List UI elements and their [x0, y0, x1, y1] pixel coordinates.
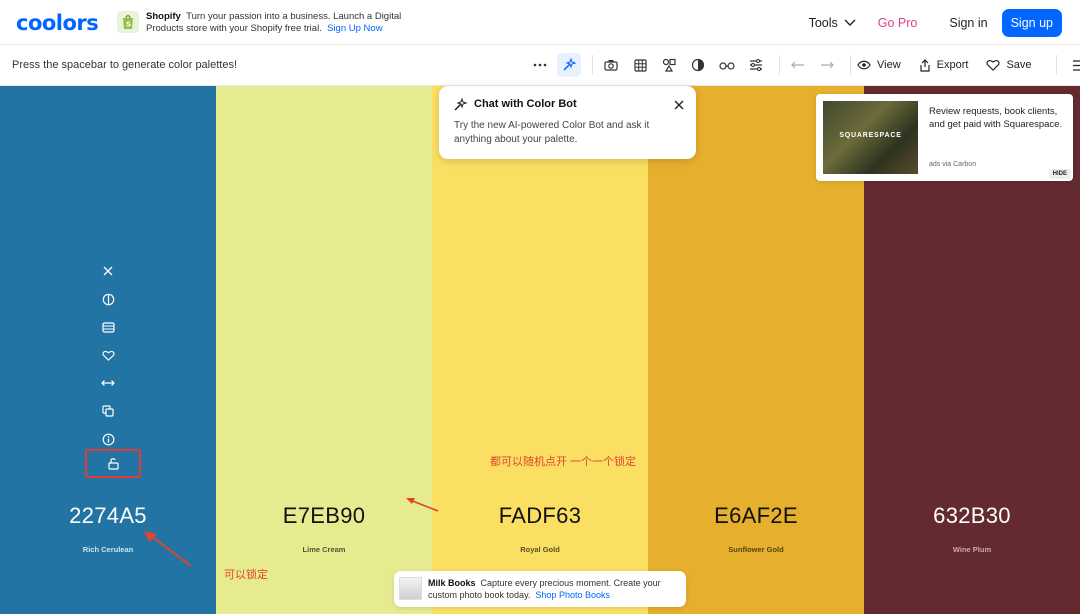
- go-pro-link[interactable]: Go Pro: [878, 16, 918, 30]
- nav-right: Tools Go Pro Sign in Sign up: [809, 9, 1062, 37]
- ad-image[interactable]: SQUARESPACE: [823, 101, 918, 174]
- annotation-arrow: [144, 531, 192, 567]
- ad-text[interactable]: Review requests, book clients, and get p…: [929, 105, 1069, 131]
- color-bot-icon[interactable]: [557, 53, 581, 77]
- milk-books-ad[interactable]: Milk Books Capture every precious moment…: [394, 571, 686, 607]
- export-button[interactable]: Export: [919, 58, 969, 72]
- grid-icon[interactable]: [628, 53, 652, 77]
- color-bot-title: Chat with Color Bot: [474, 98, 577, 110]
- coolors-logo[interactable]: coolors: [16, 11, 99, 35]
- heart-icon: [986, 60, 1001, 71]
- column-tools: [100, 263, 116, 459]
- color-name: Lime Cream: [302, 545, 346, 554]
- hex-code[interactable]: FADF63: [432, 503, 648, 529]
- info-icon[interactable]: [100, 431, 116, 447]
- magic-wand-icon: [453, 97, 468, 117]
- color-name: Wine Plum: [952, 545, 992, 554]
- random-lock-note: 都可以随机点开 一个一个锁定: [490, 456, 637, 468]
- ad-image-text: SQUARESPACE: [839, 132, 902, 139]
- hex-code[interactable]: 2274A5: [0, 503, 216, 529]
- ad-thumbnail: [399, 577, 422, 600]
- svg-text:S: S: [126, 21, 131, 29]
- color-name: Sunflower Gold: [728, 545, 784, 554]
- save-button[interactable]: Save: [986, 59, 1032, 71]
- annotation-arrow: [406, 498, 439, 512]
- hide-ad-button[interactable]: HIDE: [1048, 169, 1071, 179]
- chevron-down-icon: [844, 19, 856, 26]
- top-nav: coolors S Shopify Turn your passion into…: [0, 0, 1080, 45]
- toolbar: Press the spacebar to generate color pal…: [0, 45, 1080, 86]
- undo-icon[interactable]: [786, 53, 810, 77]
- hamburger-menu-icon[interactable]: [1067, 53, 1080, 77]
- color-column[interactable]: FADF63 Royal Gold: [432, 86, 648, 614]
- tools-label: Tools: [808, 16, 838, 30]
- card-icon[interactable]: [100, 319, 116, 335]
- tools-menu[interactable]: Tools: [809, 16, 856, 30]
- ads-via-carbon[interactable]: ads via Carbon: [929, 161, 976, 168]
- shapes-icon[interactable]: [657, 53, 681, 77]
- close-icon[interactable]: [674, 97, 684, 115]
- ad-link[interactable]: Sign Up Now: [327, 23, 382, 34]
- lock-highlight: [85, 449, 141, 478]
- more-options-icon[interactable]: [528, 53, 552, 77]
- drag-arrows-icon[interactable]: [100, 375, 116, 391]
- lock-note: 可以锁定: [224, 569, 268, 581]
- color-bot-popup: Chat with Color Bot Try the new AI-power…: [439, 86, 696, 159]
- color-column[interactable]: E7EB90 Lime Cream: [216, 86, 432, 614]
- toolbar-divider: [1055, 55, 1057, 75]
- view-label: View: [877, 59, 901, 71]
- sign-up-button[interactable]: Sign up: [1001, 9, 1062, 37]
- shopify-logo-icon: S: [117, 11, 139, 33]
- save-label: Save: [1006, 59, 1032, 71]
- ad-brand: Milk Books: [428, 578, 476, 588]
- ad-link[interactable]: Shop Photo Books: [535, 590, 610, 600]
- shopify-ad[interactable]: S Shopify Turn your passion into a busin…: [117, 11, 406, 35]
- carbon-ad[interactable]: SQUARESPACE Review requests, book client…: [816, 94, 1073, 181]
- glasses-icon[interactable]: [715, 53, 739, 77]
- close-icon[interactable]: [100, 263, 116, 279]
- export-label: Export: [936, 59, 969, 71]
- eye-icon: [857, 60, 871, 70]
- toolbar-divider: [850, 55, 851, 75]
- color-bot-description: Try the new AI-powered Color Bot and ask…: [454, 120, 650, 145]
- sign-in-link[interactable]: Sign in: [949, 16, 987, 30]
- hex-code[interactable]: 632B30: [864, 503, 1080, 529]
- toolbar-divider: [779, 55, 780, 75]
- share-icon: [920, 58, 930, 72]
- sliders-icon[interactable]: [744, 53, 768, 77]
- redo-icon[interactable]: [815, 53, 839, 77]
- heart-icon[interactable]: [100, 347, 116, 363]
- contrast-icon[interactable]: [686, 53, 710, 77]
- view-button[interactable]: View: [857, 59, 901, 71]
- shades-icon[interactable]: [100, 291, 116, 307]
- camera-icon[interactable]: [599, 53, 623, 77]
- unlock-icon[interactable]: [107, 457, 120, 470]
- hex-code[interactable]: E6AF2E: [648, 503, 864, 529]
- color-name: Royal Gold: [520, 545, 560, 554]
- copy-icon[interactable]: [100, 403, 116, 419]
- toolbar-divider: [592, 55, 593, 75]
- generate-hint: Press the spacebar to generate color pal…: [12, 59, 238, 71]
- toolbar-icons: View Export Save: [528, 53, 1080, 77]
- hex-code[interactable]: E7EB90: [216, 503, 432, 529]
- ad-brand: Shopify: [146, 11, 181, 22]
